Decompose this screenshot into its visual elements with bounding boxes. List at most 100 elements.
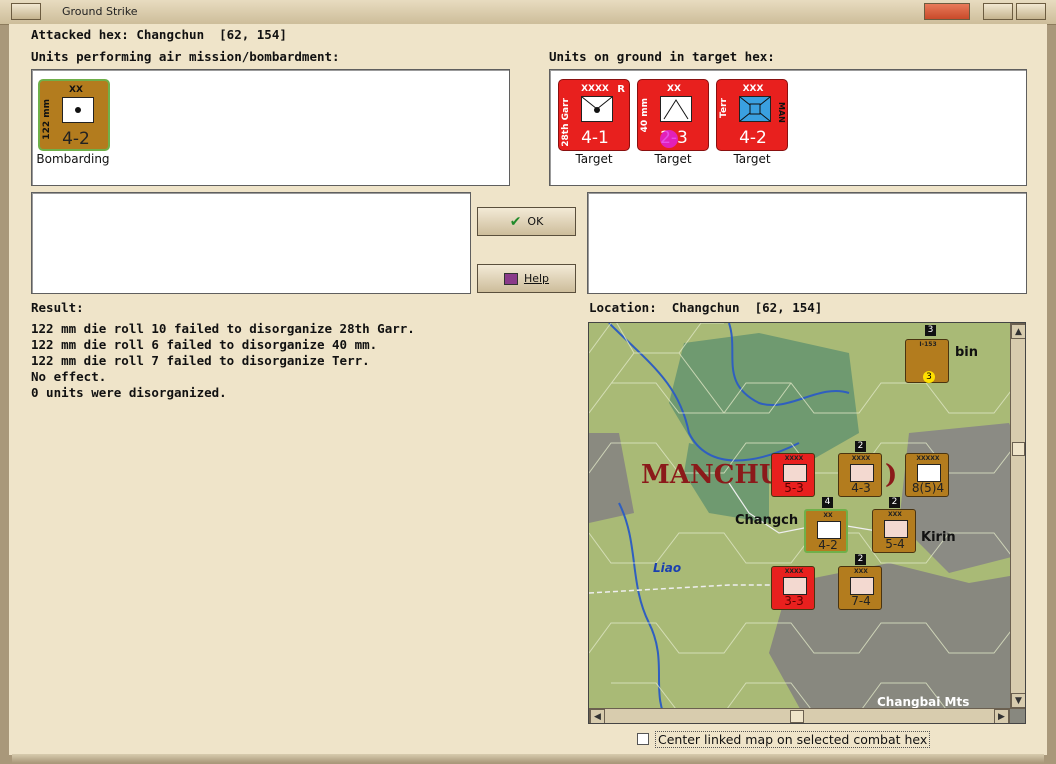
map-unit-value: 7-4 xyxy=(851,594,871,608)
air-units-panel[interactable]: XX 122 mm 4-2 Bombarding xyxy=(31,69,510,186)
map-unit-size: XXXX xyxy=(784,568,804,575)
stack-count-badge: 2 xyxy=(889,497,900,508)
result-line: 122 mm die roll 6 failed to disorganize … xyxy=(31,337,378,352)
map-unit-size: XXXX xyxy=(851,455,871,462)
reserve-flag: R xyxy=(617,84,625,95)
close-button[interactable] xyxy=(924,3,970,20)
map-unit[interactable]: XXXX 3-3 xyxy=(771,566,815,610)
map-unit-value: 3-3 xyxy=(784,594,804,608)
stack-count-badge: 2 xyxy=(855,554,866,565)
scroll-right-arrow-icon[interactable]: ▶ xyxy=(994,709,1009,723)
artillery-symbol-icon xyxy=(62,97,94,123)
unit-strength: 4-2 xyxy=(739,128,767,148)
scroll-up-arrow-icon[interactable]: ▲ xyxy=(1011,324,1025,339)
help-button[interactable]: Help xyxy=(477,264,576,293)
map-unit-value: 5-3 xyxy=(784,481,804,495)
result-line: 122 mm die roll 7 failed to disorganize … xyxy=(31,353,370,368)
map-unit-size: XXX xyxy=(854,568,868,575)
result-line: 122 mm die roll 10 failed to disorganize… xyxy=(31,321,415,336)
unit-status-target: Target xyxy=(654,152,692,166)
unit-counter-122mm[interactable]: XX 122 mm 4-2 xyxy=(38,79,110,151)
region-label-tail: ) xyxy=(885,460,898,490)
unit-counter-terr[interactable]: XXX Terr MAN 4-2 xyxy=(716,79,788,151)
anti-aircraft-symbol-icon xyxy=(660,96,692,122)
attacked-hex-label: Attacked hex: Changchun [62, 154] xyxy=(31,27,287,42)
stack-count-badge: 3 xyxy=(925,325,936,336)
help-button-label: Help xyxy=(523,272,550,285)
map-unit-value: 8(5)4 xyxy=(911,481,945,495)
map-unit-selected[interactable]: XX 4-2 xyxy=(804,509,848,553)
unit-counter-40mm[interactable]: XX 40 mm 2-3 xyxy=(637,79,709,151)
map-unit-value: 4-2 xyxy=(818,538,838,552)
region-label: MANCHU xyxy=(641,460,782,490)
map-unit-size: XXXXX xyxy=(916,455,940,462)
result-line: No effect. xyxy=(31,369,107,384)
map-unit[interactable]: XXX 7-4 xyxy=(838,566,882,610)
map-unit-value: 4-3 xyxy=(851,481,871,495)
city-label-kirin: Kirin xyxy=(921,530,956,545)
location-map[interactable]: MANCHU ) Changch Kirin bin Liao Changbai… xyxy=(588,322,1026,724)
ok-button-label: OK xyxy=(527,215,544,228)
unit-symbol-icon xyxy=(917,464,941,482)
map-unit[interactable]: XXXX 5-3 xyxy=(771,453,815,497)
garrison-symbol-icon xyxy=(581,96,613,122)
unit-counter-28th-garr[interactable]: XXXX R 28th Garr 4-1 xyxy=(558,79,630,151)
unit-size-label: XX xyxy=(667,84,681,94)
defender-info-panel xyxy=(587,192,1027,294)
unit-symbol-icon xyxy=(850,464,874,482)
city-label-changchun: Changch xyxy=(735,513,799,528)
map-unit-value: 3 xyxy=(923,371,935,383)
map-unit-value: 5-4 xyxy=(885,537,905,551)
help-book-icon xyxy=(503,272,518,285)
unit-size-label: XX xyxy=(69,85,83,95)
map-unit-type: I-153 xyxy=(919,341,937,348)
window-bottom-edge xyxy=(12,754,1044,763)
system-menu-button[interactable] xyxy=(11,3,41,20)
center-map-checkbox-label[interactable]: Center linked map on selected combat hex xyxy=(655,731,931,748)
river-label-liao: Liao xyxy=(653,561,682,575)
maximize-button[interactable] xyxy=(1016,3,1046,20)
air-units-label: Units performing air mission/bombardment… xyxy=(31,49,340,64)
city-label-harbin: bin xyxy=(955,345,979,360)
checkmark-icon: ✔ xyxy=(509,213,522,230)
map-unit[interactable]: XXXXX 8(5)4 xyxy=(905,453,949,497)
unit-symbol-icon xyxy=(817,521,841,539)
map-unit-aircraft[interactable]: I-153 3 xyxy=(905,339,949,383)
unit-symbol-icon xyxy=(783,577,807,595)
unit-status-target: Target xyxy=(733,152,771,166)
result-line: 0 units were disorganized. xyxy=(31,385,227,400)
unit-name-label: Terr xyxy=(719,98,729,118)
horizontal-scroll-thumb[interactable] xyxy=(790,710,804,723)
map-unit-size: XXX xyxy=(888,511,902,518)
unit-symbol-icon xyxy=(884,520,908,538)
map-unit[interactable]: XXX 5-4 xyxy=(872,509,916,553)
ground-units-label: Units on ground in target hex: xyxy=(549,49,775,64)
map-unit[interactable]: XXXX 4-3 xyxy=(838,453,882,497)
scroll-down-arrow-icon[interactable]: ▼ xyxy=(1011,693,1025,708)
attacker-info-panel xyxy=(31,192,471,294)
minimize-button[interactable] xyxy=(983,3,1013,20)
unit-size-label: XXX xyxy=(742,84,764,94)
map-vertical-scrollbar[interactable]: ▲ ▼ xyxy=(1010,323,1025,709)
unit-strength: 4-1 xyxy=(581,128,609,148)
status-dot-icon xyxy=(660,130,678,148)
unit-nation-label: MAN xyxy=(777,102,786,123)
unit-symbol-icon xyxy=(850,577,874,595)
ground-units-panel[interactable]: XXXX R 28th Garr 4-1 Target XX 40 mm 2-3… xyxy=(549,69,1027,186)
map-unit-size: XX xyxy=(823,512,833,519)
window-title: Ground Strike xyxy=(62,5,138,18)
stack-count-badge: 4 xyxy=(822,497,833,508)
scroll-left-arrow-icon[interactable]: ◀ xyxy=(590,709,605,723)
vertical-scroll-thumb[interactable] xyxy=(1012,442,1025,456)
result-label: Result: xyxy=(31,300,84,315)
unit-symbol-icon xyxy=(783,464,807,482)
title-bar[interactable]: Ground Strike xyxy=(0,0,1056,25)
location-label: Location: Changchun [62, 154] xyxy=(589,300,823,315)
mountain-label: Changbai Mts xyxy=(877,695,970,709)
center-map-checkbox[interactable] xyxy=(637,733,649,745)
ok-button[interactable]: ✔ OK xyxy=(477,207,576,236)
territorial-symbol-icon xyxy=(739,96,771,122)
stack-count-badge: 2 xyxy=(855,441,866,452)
map-horizontal-scrollbar[interactable]: ◀ ▶ xyxy=(589,708,1010,723)
unit-status-bombarding: Bombarding xyxy=(36,152,110,166)
